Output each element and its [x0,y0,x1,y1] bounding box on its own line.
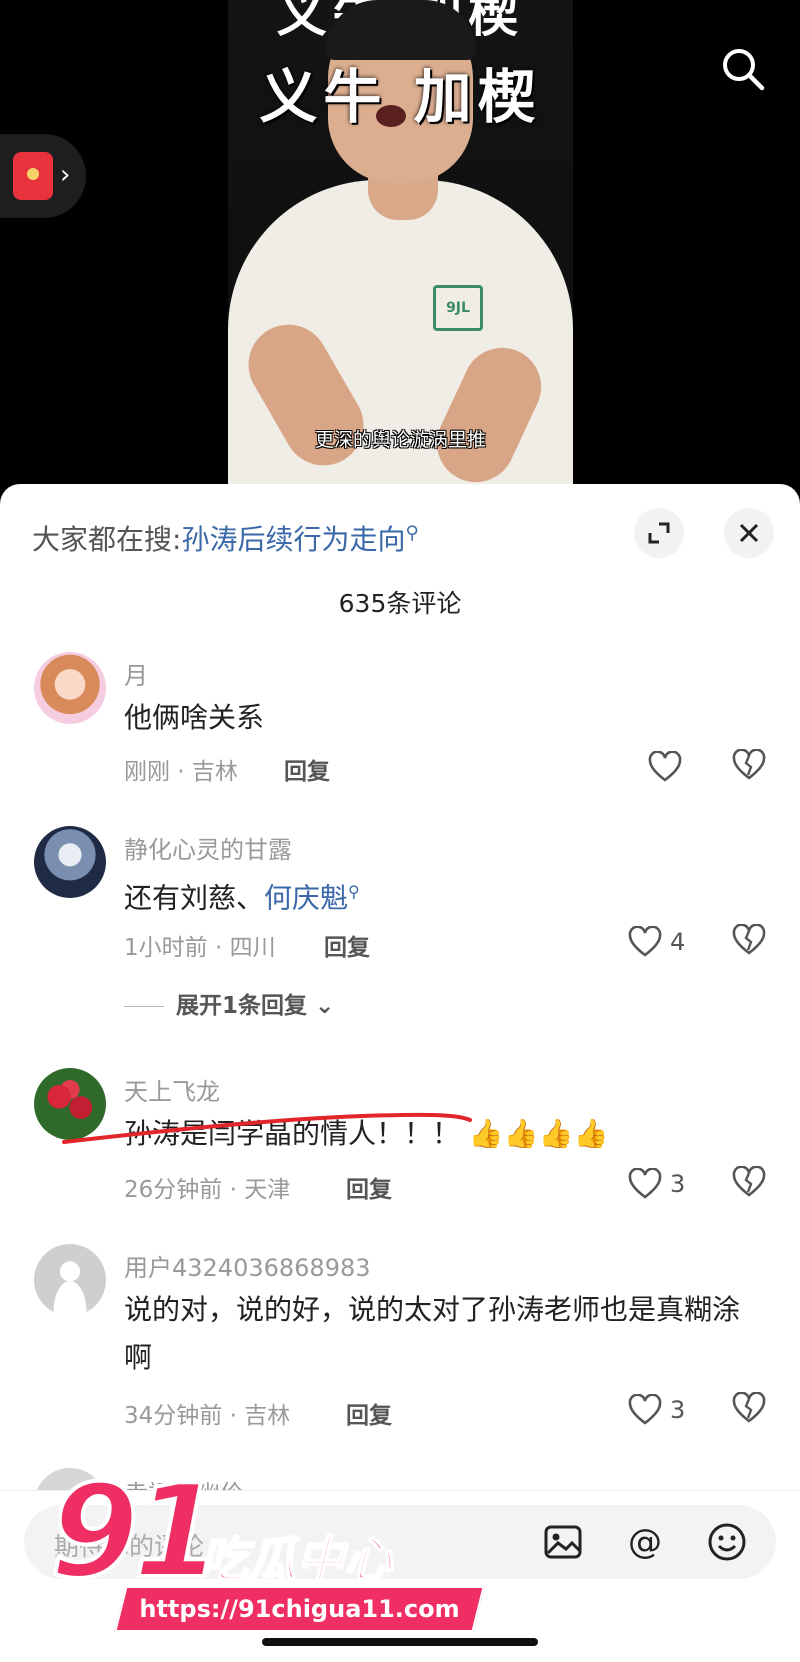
comment-text: 他俩啥关系 [124,701,265,734]
comment-text: 还有刘慈、何庆魁⚲ [124,881,360,915]
expand-button[interactable] [634,508,684,558]
red-packet-icon [13,152,53,200]
like-button[interactable] [648,749,728,785]
chevron-down-icon: ⌄ [315,993,335,1019]
comment-time-location: 26分钟前 · 天津 [124,1177,291,1203]
watermark-logo: 91 吃瓜中心 https://91chigua11.com [48,1456,485,1638]
broken-heart-icon [732,748,766,780]
reply-button[interactable]: 回复 [284,752,330,786]
heart-icon [628,1394,662,1425]
reply-button[interactable]: 回复 [324,928,370,962]
comment-username[interactable]: 月 [124,656,148,691]
red-packet-button[interactable]: › [0,134,86,218]
hot-search-prefix: 大家都在搜: [32,523,182,556]
chevron-right-icon: › [60,160,71,190]
search-small-icon: ⚲ [348,882,360,901]
search-icon[interactable] [718,44,768,94]
keyword-link[interactable]: 何庆魁 [264,881,348,914]
image-icon [544,1525,582,1559]
like-button[interactable]: 3 [628,1392,708,1428]
broken-heart-icon [732,1391,766,1423]
emoji-icon [708,1523,746,1561]
comment-count: 635条评论 [338,589,462,618]
like-count: 3 [670,1170,686,1198]
comment-username[interactable]: 静化心灵的甘露 [124,830,292,865]
video-player[interactable]: 义牛 加楔 9JL 义牛 加楔 更深的舆论漩涡里推 › [0,0,800,490]
like-button[interactable]: 4 [628,924,708,960]
like-count: 3 [670,1396,686,1424]
expand-replies-button[interactable]: 展开1条回复 ⌄ [124,986,334,1020]
dislike-button[interactable] [732,923,768,960]
like-count: 4 [670,928,686,956]
dislike-button[interactable] [732,1391,768,1428]
dislike-button[interactable] [732,1165,768,1202]
divider-line [124,1006,164,1007]
dislike-button[interactable] [732,748,768,785]
comment-text: 说的对，说的好，说的太对了孙涛老师也是真糊涂啊 [124,1293,741,1374]
avatar[interactable] [34,652,106,724]
avatar[interactable] [34,1244,106,1316]
heart-icon [648,751,682,782]
video-frame: 义牛 加楔 9JL 义牛 加楔 更深的舆论漩涡里推 [228,0,573,490]
heart-icon [628,1168,662,1199]
image-button[interactable] [540,1519,586,1565]
broken-heart-icon [732,923,766,955]
emoji-button[interactable] [704,1519,750,1565]
reply-button[interactable]: 回复 [346,1396,392,1430]
video-subtitle: 更深的舆论漩涡里推 [314,429,486,451]
home-indicator [262,1638,538,1646]
video-title-overlay: 义牛 加楔 [259,63,542,131]
comment-time-location: 34分钟前 · 吉林 [124,1403,291,1429]
hot-search-link[interactable]: 孙涛后续行为走向 [181,523,405,556]
comment-time-location: 刚刚 · 吉林 [124,759,238,785]
close-icon [739,523,759,543]
hot-search-bar[interactable]: 大家都在搜:孙涛后续行为走向⚲ [32,518,419,558]
search-small-icon: ⚲ [405,522,419,544]
like-button[interactable]: 3 [628,1166,708,1202]
shirt-logo: 9JL [433,285,483,331]
broken-heart-icon [732,1165,766,1197]
comment-username[interactable]: 用户4324036868983 [124,1248,371,1283]
heart-icon [628,926,662,957]
at-icon: @ [628,1522,662,1562]
mention-button[interactable]: @ [622,1519,668,1565]
comment-time-location: 1小时前 · 四川 [124,935,276,961]
expand-icon [648,522,670,544]
red-underline-annotation [62,1112,472,1144]
svg-text:@: @ [628,1522,662,1562]
reply-button[interactable]: 回复 [346,1170,392,1204]
avatar[interactable] [34,826,106,898]
close-button[interactable] [724,508,774,558]
